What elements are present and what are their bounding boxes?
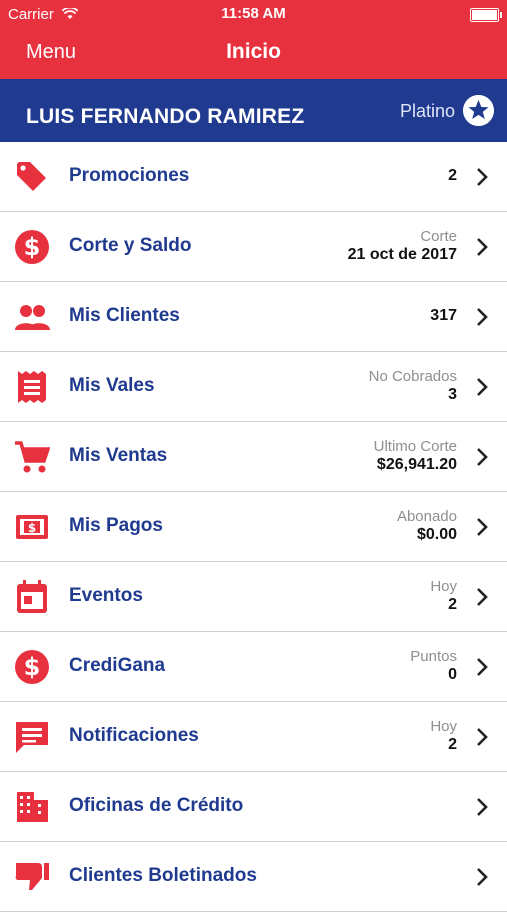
app-header: Carrier 11:58 AM Menu Inicio (0, 0, 507, 79)
thumbs-down-icon (15, 863, 49, 890)
item-label: Oficinas de Crédito (69, 795, 244, 816)
item-sub-label: Puntos (410, 648, 457, 665)
item-label: Clientes Boletinados (69, 865, 257, 886)
status-bar: Carrier 11:58 AM (0, 0, 507, 28)
item-meta: 317 (430, 306, 457, 326)
item-sub-label: No Cobrados (368, 368, 457, 385)
dollar-circle-icon: $ (15, 650, 49, 684)
item-meta: Corte 21 oct de 2017 (348, 228, 457, 265)
list-item-credigana[interactable]: $ CrediGana Puntos 0 (0, 632, 507, 702)
chevron-right-icon (477, 448, 488, 466)
battery-icon (470, 8, 502, 22)
list-item-notificaciones[interactable]: Notificaciones Hoy 2 (0, 702, 507, 772)
chevron-right-icon (477, 588, 488, 606)
item-sub-label: Hoy (430, 718, 457, 735)
chevron-right-icon (477, 658, 488, 676)
item-value: $26,941.20 (376, 456, 457, 473)
user-name: LUIS FERNANDO RAMIREZ (26, 105, 305, 128)
nav-bar: Menu Inicio (0, 28, 507, 79)
list-item-corte-y-saldo[interactable]: $ Corte y Saldo Corte 21 oct de 2017 (0, 212, 507, 282)
chevron-right-icon (477, 308, 488, 326)
chevron-right-icon (477, 798, 488, 816)
item-label: Eventos (69, 585, 143, 606)
list-item-clientes-boletinados[interactable]: Clientes Boletinados (0, 842, 507, 912)
item-sub-label: Hoy (430, 578, 457, 595)
chevron-right-icon (477, 168, 488, 186)
item-value: 0 (448, 666, 457, 683)
item-meta: Ultimo Corte $26,941.20 (374, 438, 457, 475)
cart-icon (15, 441, 50, 473)
receipt-icon (18, 371, 46, 403)
chevron-right-icon (477, 868, 488, 886)
list-item-mis-ventas[interactable]: Mis Ventas Ultimo Corte $26,941.20 (0, 422, 507, 492)
list-item-mis-pagos[interactable]: $ Mis Pagos Abonado $0.00 (0, 492, 507, 562)
chat-icon (16, 722, 48, 753)
item-value: 21 oct de 2017 (347, 246, 457, 263)
dollar-circle-icon: $ (15, 230, 49, 264)
item-meta: Hoy 2 (430, 578, 457, 615)
item-value: 2 (448, 167, 457, 184)
user-tier: Platino (399, 101, 455, 121)
svg-text:$: $ (28, 521, 36, 535)
list-item-oficinas-de-credito[interactable]: Oficinas de Crédito (0, 772, 507, 842)
item-label: CrediGana (69, 655, 166, 676)
item-sub-label: Ultimo Corte (373, 438, 457, 455)
item-meta: Hoy 2 (430, 718, 457, 755)
user-bar: LUIS FERNANDO RAMIREZ Platino (0, 79, 507, 142)
item-label: Mis Pagos (69, 515, 163, 536)
list-item-promociones[interactable]: Promociones 2 (0, 142, 507, 212)
status-time: 11:58 AM (221, 5, 286, 22)
item-meta: Abonado $0.00 (397, 508, 457, 545)
list-item-mis-vales[interactable]: Mis Vales No Cobrados 3 (0, 352, 507, 422)
item-meta: 2 (448, 166, 457, 186)
item-label: Mis Clientes (69, 305, 180, 326)
chevron-right-icon (477, 238, 488, 256)
people-icon (15, 305, 50, 330)
item-value: $0.00 (416, 526, 457, 543)
item-value: 3 (448, 386, 457, 403)
svg-text:$: $ (24, 653, 41, 681)
item-value: 2 (448, 736, 457, 753)
calendar-icon (17, 580, 47, 613)
menu-list: Promociones 2 $ Corte y Saldo Corte 21 oc… (0, 142, 507, 912)
list-item-eventos[interactable]: Eventos Hoy 2 (0, 562, 507, 632)
svg-text:$: $ (24, 233, 41, 261)
chevron-right-icon (477, 518, 488, 536)
item-label: Notificaciones (69, 725, 199, 746)
item-value: 2 (448, 596, 457, 613)
item-sub-label: Corte (420, 228, 457, 245)
item-label: Mis Ventas (69, 445, 168, 466)
tag-icon (17, 162, 46, 191)
item-label: Mis Vales (69, 375, 155, 396)
item-sub-label: Abonado (396, 508, 457, 525)
item-meta: Puntos 0 (410, 648, 457, 685)
list-item-mis-clientes[interactable]: Mis Clientes 317 (0, 282, 507, 352)
item-label: Promociones (69, 165, 190, 186)
item-meta: No Cobrados 3 (369, 368, 457, 405)
item-label: Corte y Saldo (69, 235, 192, 256)
chevron-right-icon (477, 378, 488, 396)
page-title: Inicio (226, 40, 281, 63)
star-badge-icon (463, 95, 494, 126)
item-value: 317 (430, 307, 457, 324)
chevron-right-icon (477, 728, 488, 746)
building-icon (17, 792, 48, 822)
cash-icon: $ (16, 515, 48, 539)
